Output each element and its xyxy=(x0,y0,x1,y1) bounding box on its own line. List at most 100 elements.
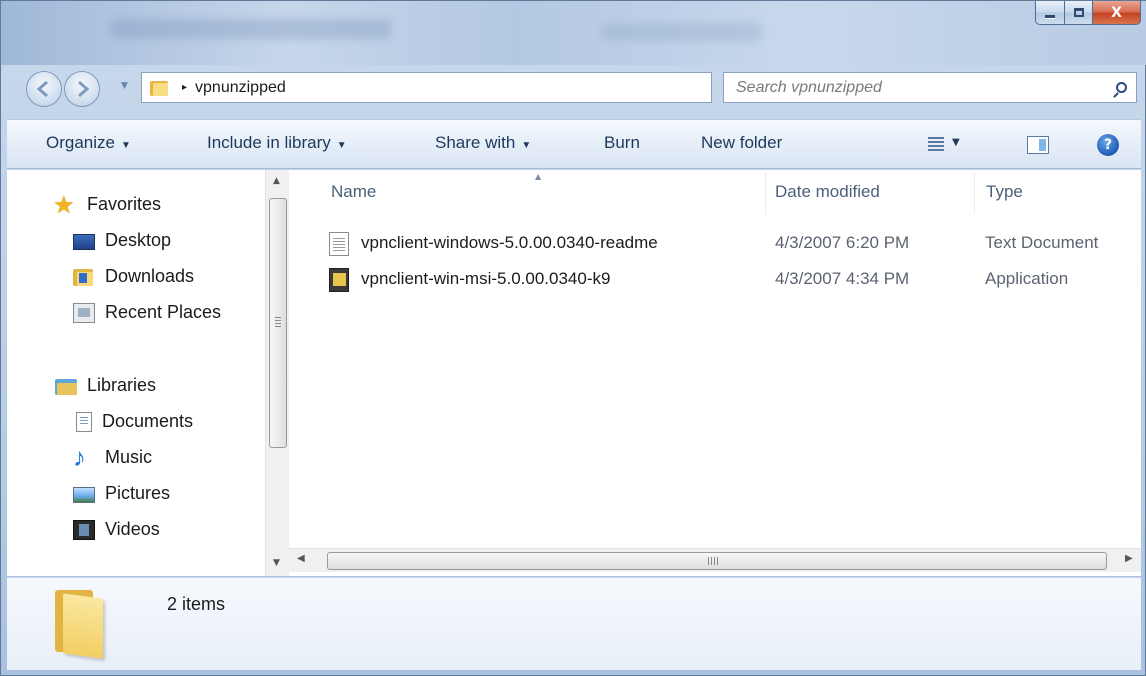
pictures-icon xyxy=(73,486,95,503)
file-date-modified: 4/3/2007 4:34 PM xyxy=(775,269,910,288)
maximize-icon xyxy=(1073,8,1084,17)
column-header-date-modified[interactable]: Date modified xyxy=(775,182,880,202)
caption-buttons: X xyxy=(1035,1,1141,25)
search-input[interactable]: Search vpnunzipped xyxy=(736,79,1106,97)
include-in-library-label: Include in library xyxy=(207,133,331,152)
nav-pictures-label: Pictures xyxy=(105,483,171,503)
new-folder-button[interactable]: New folder xyxy=(701,133,782,153)
column-divider[interactable] xyxy=(974,172,975,214)
share-with-label: Share with xyxy=(435,133,516,152)
organize-button[interactable]: Organize ▼ xyxy=(46,133,131,153)
horizontal-scrollbar[interactable]: ◀ ▶ xyxy=(289,548,1141,572)
desktop-icon xyxy=(73,233,95,250)
search-icon[interactable] xyxy=(1106,82,1136,93)
nav-favorites-label: Favorites xyxy=(87,194,162,214)
organize-label: Organize xyxy=(46,133,115,152)
navigation-pane: Favorites Desktop Downloads Recent Place… xyxy=(7,170,265,576)
search-box[interactable]: Search vpnunzipped xyxy=(723,72,1137,103)
nav-videos-label: Videos xyxy=(105,519,160,539)
star-icon xyxy=(53,191,77,220)
table-row[interactable]: vpnclient-windows-5.0.00.0340-readme 4/3… xyxy=(329,230,1129,258)
scrollbar-thumb[interactable] xyxy=(269,198,287,448)
breadcrumb[interactable]: vpnunzipped xyxy=(195,79,286,97)
nav-desktop[interactable]: Desktop xyxy=(73,230,171,251)
share-with-button[interactable]: Share with ▼ xyxy=(435,133,531,153)
nav-music[interactable]: Music xyxy=(73,442,153,473)
details-pane: 2 items xyxy=(7,577,1141,670)
downloads-folder-icon xyxy=(73,267,95,287)
file-type: Text Document xyxy=(985,233,1099,252)
column-header-type[interactable]: Type xyxy=(986,182,1023,202)
application-icon xyxy=(329,268,349,292)
nav-favorites[interactable]: Favorites xyxy=(53,191,162,220)
nav-pane-scrollbar[interactable]: ▲ ▼ xyxy=(265,170,289,576)
chevron-down-icon: ▼ xyxy=(120,140,131,151)
videos-icon xyxy=(73,519,95,540)
recent-pages-dropdown[interactable]: ▼ xyxy=(121,81,128,91)
minimize-button[interactable] xyxy=(1035,1,1065,25)
music-icon xyxy=(73,442,95,473)
close-icon: X xyxy=(1111,4,1122,21)
scroll-left-icon[interactable]: ◀ xyxy=(297,553,305,564)
scrollbar-thumb[interactable] xyxy=(327,552,1107,570)
column-divider[interactable] xyxy=(765,172,766,214)
scroll-up-icon[interactable]: ▲ xyxy=(273,176,280,186)
main-area: Favorites Desktop Downloads Recent Place… xyxy=(7,170,1141,576)
nav-downloads[interactable]: Downloads xyxy=(73,266,194,287)
burn-button[interactable]: Burn xyxy=(604,133,640,153)
address-bar[interactable]: ▸ vpnunzipped ▼ ↻ xyxy=(141,72,838,103)
nav-libraries-label: Libraries xyxy=(87,375,157,395)
folder-icon xyxy=(150,80,168,96)
preview-pane-icon[interactable] xyxy=(1027,136,1049,154)
command-bar: Organize ▼ Include in library ▼ Share with… xyxy=(7,119,1141,169)
chevron-down-icon: ▼ xyxy=(336,140,347,151)
recent-places-icon xyxy=(73,302,95,323)
item-count: 2 items xyxy=(167,594,226,614)
close-button[interactable]: X xyxy=(1093,1,1141,25)
file-name: vpnclient-windows-5.0.00.0340-readme xyxy=(361,233,658,252)
file-type: Application xyxy=(985,269,1069,288)
title-bar[interactable]: X xyxy=(1,1,1146,65)
grip-icon xyxy=(708,557,718,565)
nav-libraries[interactable]: Libraries xyxy=(55,375,156,396)
help-glyph: ? xyxy=(1103,137,1113,153)
chevron-down-icon[interactable]: ▼ xyxy=(952,137,960,148)
nav-music-label: Music xyxy=(105,447,153,467)
minimize-icon xyxy=(1045,15,1055,18)
forward-button[interactable] xyxy=(64,71,100,107)
libraries-icon xyxy=(55,376,77,396)
forward-arrow-icon xyxy=(78,80,90,98)
nav-downloads-label: Downloads xyxy=(105,266,195,286)
back-arrow-icon xyxy=(36,80,48,98)
scroll-down-icon[interactable]: ▼ xyxy=(273,558,280,568)
nav-desktop-label: Desktop xyxy=(105,230,172,250)
title-blur xyxy=(601,23,761,41)
nav-videos[interactable]: Videos xyxy=(73,519,160,540)
table-row[interactable]: vpnclient-win-msi-5.0.00.0340-k9 4/3/200… xyxy=(329,266,1129,294)
folder-icon xyxy=(55,590,107,659)
text-document-icon xyxy=(329,232,349,256)
documents-icon xyxy=(76,411,92,432)
maximize-button[interactable] xyxy=(1065,1,1093,25)
scroll-right-icon[interactable]: ▶ xyxy=(1125,553,1133,564)
title-blur xyxy=(111,19,391,39)
sort-ascending-icon: ▲ xyxy=(535,172,542,181)
column-header-name[interactable]: Name xyxy=(331,182,376,202)
nav-documents[interactable]: Documents xyxy=(73,411,193,432)
nav-recent-places[interactable]: Recent Places xyxy=(73,302,221,323)
help-icon[interactable]: ? xyxy=(1097,134,1119,156)
breadcrumb-separator[interactable]: ▸ xyxy=(182,82,187,93)
back-button[interactable] xyxy=(26,71,62,107)
new-folder-label: New folder xyxy=(701,133,783,152)
grip-icon xyxy=(275,317,281,327)
nav-documents-label: Documents xyxy=(102,411,194,431)
file-list-pane: ▲ Name Date modified Type vpnclient-wind… xyxy=(289,170,1141,576)
file-date-modified: 4/3/2007 6:20 PM xyxy=(775,233,910,252)
file-name: vpnclient-win-msi-5.0.00.0340-k9 xyxy=(361,269,611,288)
burn-label: Burn xyxy=(604,133,640,152)
include-in-library-button[interactable]: Include in library ▼ xyxy=(207,133,347,153)
nav-pictures[interactable]: Pictures xyxy=(73,483,170,504)
nav-recent-places-label: Recent Places xyxy=(105,302,222,322)
explorer-window: X ▼ ▸ vpnunzipped ▼ ↻ Search vpnunzipped… xyxy=(0,0,1146,676)
view-options-icon[interactable] xyxy=(928,137,944,153)
